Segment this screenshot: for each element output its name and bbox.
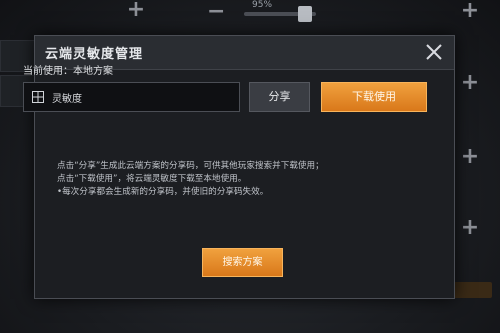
current-usage-label: 当前使用：本地方案 (23, 66, 113, 77)
description-line: 点击“分享”生成此云端方案的分享码，可供其他玩家搜索并下载使用； (57, 161, 324, 171)
plus-icon[interactable]: + (460, 72, 480, 94)
description-line: •每次分享都会生成新的分享码，并使旧的分享码失效。 (57, 187, 269, 197)
plus-icon[interactable]: + (460, 0, 480, 22)
dialog-title: 云端灵敏度管理 (45, 47, 144, 62)
plus-icon[interactable]: + (460, 217, 480, 239)
sensitivity-slider-knob[interactable] (298, 6, 312, 22)
download-use-button[interactable]: 下载使用 (321, 82, 427, 112)
search-scheme-button[interactable]: 搜索方案 (202, 248, 283, 277)
background-orange-button[interactable] (452, 282, 492, 298)
slider-percent-label: 95% (252, 0, 273, 10)
description-line: 点击“下载使用”，将云端灵敏度下载至本地使用。 (57, 174, 247, 184)
share-button[interactable]: 分享 (249, 82, 310, 112)
scheme-name-text: 灵敏度 (52, 94, 82, 105)
plus-icon[interactable]: + (460, 146, 480, 168)
minus-icon[interactable]: − (207, 1, 225, 23)
scheme-name-field[interactable]: 灵敏度 (23, 82, 240, 112)
close-icon[interactable] (423, 41, 445, 63)
plus-icon[interactable]: + (126, 0, 146, 21)
description-text: 点击“分享”生成此云端方案的分享码，可供其他玩家搜索并下载使用； 点击“下载使用… (57, 160, 447, 199)
document-icon (32, 91, 44, 103)
